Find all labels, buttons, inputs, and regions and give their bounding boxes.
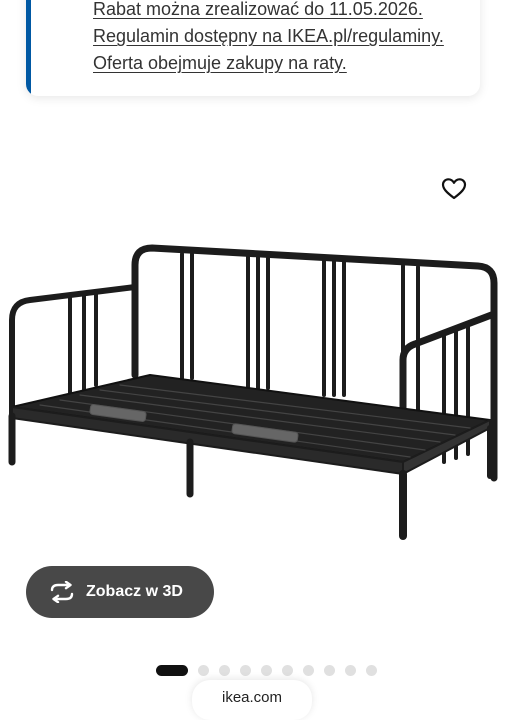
carousel-dot[interactable] — [366, 664, 377, 676]
favourite-button[interactable] — [440, 175, 468, 203]
rotate-3d-icon — [48, 580, 76, 604]
promo-line-installments[interactable]: Oferta obejmuje zakupy na raty. — [93, 50, 480, 77]
view-3d-label: Zobacz w 3D — [86, 583, 183, 600]
promo-banner: Rabat można zrealizować do 11.05.2026. R… — [26, 0, 480, 96]
carousel-dot-active[interactable] — [156, 664, 188, 676]
product-image — [8, 244, 498, 540]
promo-text: Rabat można zrealizować do 11.05.2026. R… — [93, 0, 480, 77]
promo-line-terms[interactable]: Regulamin dostępny na IKEA.pl/regulaminy… — [93, 23, 480, 50]
carousel-dot[interactable] — [345, 664, 356, 676]
promo-accent-bar — [26, 0, 31, 96]
promo-line-validity[interactable]: Rabat można zrealizować do 11.05.2026. — [93, 0, 480, 23]
carousel-dot[interactable] — [219, 664, 230, 676]
browser-url: ikea.com — [221, 689, 283, 706]
view-3d-button[interactable]: Zobacz w 3D — [26, 566, 214, 618]
browser-url-bar[interactable]: ikea.com — [192, 680, 312, 720]
carousel-dot[interactable] — [324, 664, 335, 676]
carousel-dot[interactable] — [240, 664, 251, 676]
carousel-dot[interactable] — [282, 664, 293, 676]
carousel-dot[interactable] — [198, 664, 209, 676]
carousel-dot[interactable] — [261, 664, 272, 676]
carousel-dot[interactable] — [303, 664, 314, 676]
carousel-dots — [156, 664, 377, 676]
heart-icon — [441, 178, 467, 200]
